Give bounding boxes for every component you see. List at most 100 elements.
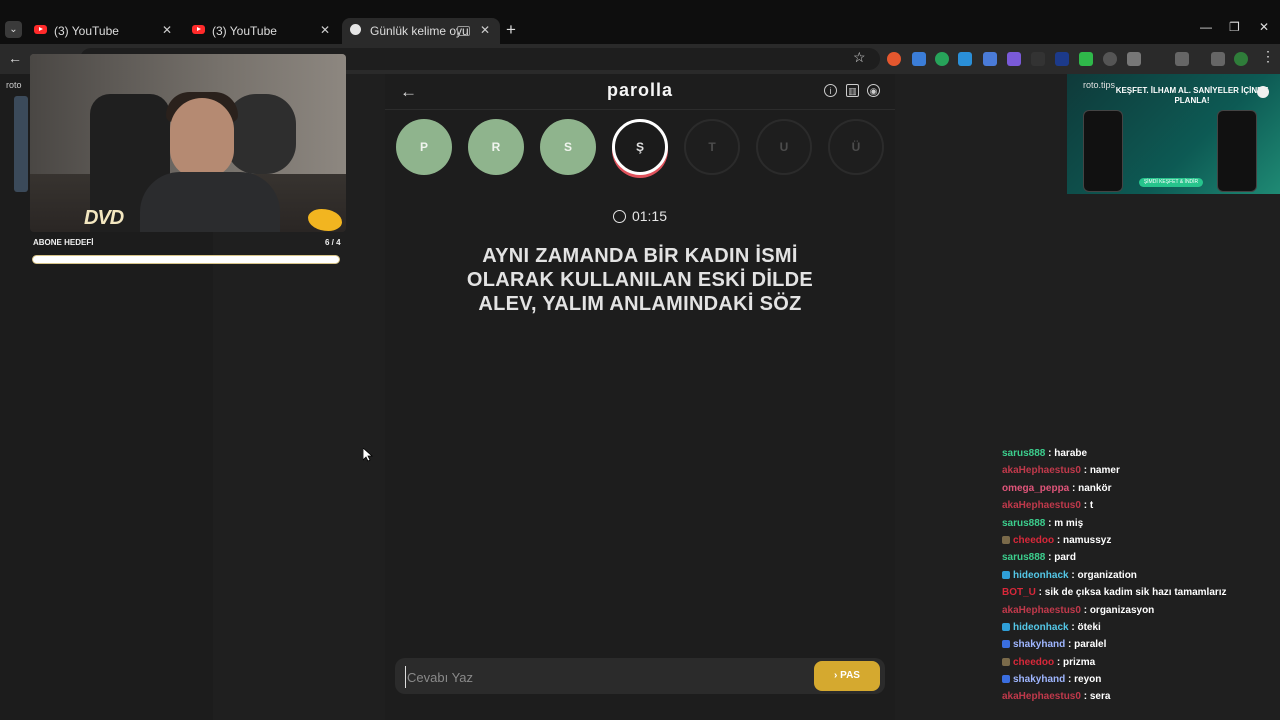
chat-message: hideonhack : öteki — [1002, 622, 1262, 639]
tab-youtube-2[interactable]: (3) YouTube ✕ — [184, 18, 340, 44]
chat-separator: : — [1035, 587, 1045, 599]
extension-icon[interactable] — [887, 52, 901, 66]
extension-icon[interactable] — [958, 52, 972, 66]
question-text: AYNI ZAMANDA BİR KADIN İSMİ OLARAK KULLA… — [466, 245, 814, 315]
phone-image — [1083, 110, 1123, 192]
chat-badge-icon — [1002, 640, 1010, 649]
chat-separator: : — [1080, 465, 1090, 477]
browser-menu-icon[interactable]: ⋮ — [1261, 48, 1275, 65]
letter-circles: P R S Ş T U Ü — [396, 119, 886, 179]
tab-strip: ⌄ (3) YouTube ✕ (3) YouTube ✕ Günlük kel… — [0, 0, 1280, 44]
chat-message: hideonhack : organization — [1002, 570, 1262, 587]
chat-text: t — [1089, 500, 1094, 512]
media-icon — [457, 26, 470, 36]
chat-message: cheedoo : namussyz — [1002, 535, 1262, 552]
letter-circle-s: S — [540, 119, 596, 175]
chat-text: pard — [1054, 552, 1076, 564]
chat-message: sarus888 : harabe — [1002, 448, 1262, 465]
extension-icon[interactable] — [935, 52, 949, 66]
extension-icon[interactable] — [912, 52, 926, 66]
chat-username: akaHephaestus0 — [1002, 604, 1081, 616]
extension-icon[interactable] — [1007, 52, 1021, 66]
subscriber-goal-bar — [32, 255, 340, 264]
maximize-button[interactable]: ❐ — [1229, 20, 1240, 34]
pass-button[interactable]: › PAS — [814, 661, 880, 691]
chat-username: sarus888 — [1002, 517, 1046, 529]
dvd-logo: DVD — [84, 207, 124, 229]
bookmark-star-icon[interactable]: ☆ — [853, 49, 866, 66]
right-ad-banner[interactable]: roto.tips KEŞFET. İLHAM AL. SANİYELER İÇ… — [1067, 74, 1280, 194]
goal-bar-fill — [34, 257, 338, 262]
chat-text: namer — [1089, 465, 1120, 477]
tab-title: (3) YouTube — [212, 24, 277, 38]
phone-image — [1217, 110, 1257, 192]
game-title: parolla — [606, 80, 674, 100]
chat-username: akaHephaestus0 — [1002, 691, 1081, 703]
tab-title: (3) YouTube — [54, 24, 119, 38]
chat-separator: : — [1065, 674, 1075, 686]
chat-message: shakyhand : paralel — [1002, 639, 1262, 656]
chat-separator: : — [1045, 552, 1055, 564]
letter-circle-u-umlaut: Ü — [828, 119, 884, 175]
tab-parolla[interactable]: Günlük kelime oyunu - paro ✕ — [342, 18, 500, 44]
chat-username: shakyhand — [1013, 639, 1066, 651]
close-icon[interactable]: ✕ — [320, 23, 330, 37]
stats-icon[interactable]: ▥ — [846, 84, 859, 97]
chat-badge-icon — [1002, 675, 1010, 684]
chat-text: sik de çıksa kadim sik hazı tamamlarız — [1044, 587, 1227, 599]
chat-text: paralel — [1074, 639, 1107, 651]
chat-text: organization — [1077, 569, 1137, 581]
chat-message: shakyhand : reyon — [1002, 674, 1262, 691]
chat-message: akaHephaestus0 : sera — [1002, 691, 1262, 708]
puzzle-icon[interactable] — [1175, 52, 1189, 66]
youtube-icon — [192, 25, 205, 34]
chat-text: namussyz — [1063, 534, 1112, 546]
tab-youtube-1[interactable]: (3) YouTube ✕ — [26, 18, 182, 44]
extension-icon[interactable] — [1103, 52, 1117, 66]
minimize-button[interactable]: — — [1200, 20, 1212, 34]
info-icon[interactable]: i — [824, 84, 837, 97]
chat-separator: : — [1080, 604, 1090, 616]
chat-message: omega_peppa : nankör — [1002, 483, 1262, 500]
extension-icon[interactable] — [1055, 52, 1069, 66]
chat-message: akaHephaestus0 : namer — [1002, 465, 1262, 482]
parolla-game: ← parolla i ▥ ◉ P R S Ş T U Ü 01:15 AYNI… — [385, 74, 895, 720]
profile-avatar[interactable] — [1234, 52, 1248, 66]
close-window-button[interactable]: ✕ — [1259, 20, 1269, 34]
letter-circle-r: R — [468, 119, 524, 175]
answer-input[interactable] — [405, 666, 799, 688]
chat-separator: : — [1065, 639, 1075, 651]
close-icon[interactable]: ✕ — [162, 23, 172, 37]
mouse-cursor-icon — [363, 448, 373, 462]
left-ad-label[interactable]: roto — [6, 80, 22, 90]
chat-message: BOT_U : sik de çıksa kadim sik hazı tama… — [1002, 587, 1262, 604]
right-ad-cta[interactable]: ŞİMDİ KEŞFET & İNDİR — [1139, 178, 1203, 187]
chat-username: sarus888 — [1002, 552, 1046, 564]
chat-text: reyon — [1074, 674, 1102, 686]
extension-icon[interactable] — [983, 52, 997, 66]
clock-icon — [612, 210, 626, 223]
ad-info-icon[interactable] — [1257, 86, 1269, 98]
chat-username: hideonhack — [1013, 621, 1069, 633]
extension-icon[interactable] — [1079, 52, 1093, 66]
reading-list-icon[interactable] — [1211, 52, 1225, 66]
chat-separator: : — [1069, 482, 1079, 494]
extension-icon[interactable] — [1031, 52, 1045, 66]
new-tab-button[interactable]: + — [506, 20, 516, 40]
letter-circle-t: T — [684, 119, 740, 175]
timer: 01:15 — [385, 208, 895, 224]
back-button[interactable]: ← — [8, 50, 22, 66]
left-ad-image[interactable] — [14, 96, 28, 192]
profile-icon[interactable]: ◉ — [867, 84, 880, 97]
chat-separator: : — [1080, 500, 1090, 512]
chat-text: prizma — [1063, 656, 1096, 668]
timer-value: 01:15 — [631, 208, 668, 224]
chat-badge-icon — [1002, 657, 1010, 666]
extension-icon[interactable] — [1127, 52, 1141, 66]
chat-text: nankör — [1078, 482, 1112, 494]
chat-overlay: sarus888 : harabe akaHephaestus0 : namer o… — [1002, 448, 1262, 709]
answer-bar: › PAS — [395, 658, 885, 694]
chat-separator: : — [1045, 448, 1055, 459]
tab-search-button[interactable]: ⌄ — [5, 21, 22, 38]
close-icon[interactable]: ✕ — [480, 23, 490, 37]
